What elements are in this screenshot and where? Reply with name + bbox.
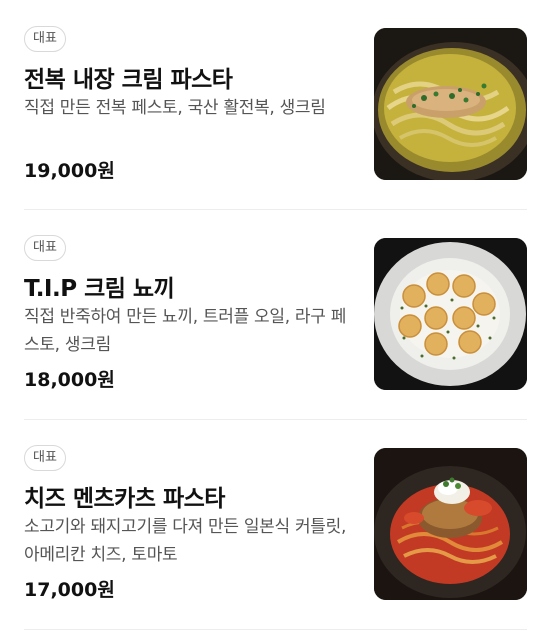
menu-item-description: 직접 반죽하여 만든 뇨끼, 트러플 오일, 라구 페스토, 생크림 <box>24 307 347 355</box>
signature-badge: 대표 <box>24 26 66 52</box>
menu-item-cream-gnocchi[interactable]: 대표 T.I.P 크림 뇨끼 직접 반죽하여 만든 뇨끼, 트러플 오일, 라구… <box>0 235 550 395</box>
item-divider <box>24 209 527 210</box>
abalone-cream-pasta-photo[interactable] <box>374 28 527 180</box>
menu-item-cheese-menchi-katsu-pasta[interactable]: 대표 치즈 멘츠카츠 파스타 소고기와 돼지고기를 다져 만든 일본식 커틀릿,… <box>0 445 550 605</box>
item-divider <box>24 629 527 630</box>
menu-list: 대표 전복 내장 크림 파스타 직접 만든 전복 페스토, 국산 활전복, 생크… <box>0 0 550 633</box>
cream-gnocchi-photo[interactable] <box>374 238 527 390</box>
menu-item-name: 전복 내장 크림 파스타 <box>24 67 233 93</box>
menu-item-price: 17,000원 <box>24 579 115 601</box>
abalone-cream-pasta-image <box>374 28 527 180</box>
menu-item-description: 직접 만든 전복 페스토, 국산 활전복, 생크림 <box>24 98 326 118</box>
menu-item-price: 18,000원 <box>24 369 115 391</box>
menu-item-description: 소고기와 돼지고기를 다져 만든 일본식 커틀릿, 아메리칸 치즈, 토마토 <box>24 517 347 565</box>
menu-item-price: 19,000원 <box>24 160 115 182</box>
cheese-menchi-katsu-pasta-photo[interactable] <box>374 448 527 600</box>
menu-item-name: T.I.P 크림 뇨끼 <box>24 276 175 302</box>
menu-item-name: 치즈 멘츠카츠 파스타 <box>24 486 225 512</box>
menu-item-abalone-cream-pasta[interactable]: 대표 전복 내장 크림 파스타 직접 만든 전복 페스토, 국산 활전복, 생크… <box>0 26 550 186</box>
item-divider <box>24 419 527 420</box>
cream-gnocchi-image <box>374 238 527 390</box>
signature-badge: 대표 <box>24 445 66 471</box>
cheese-menchi-katsu-pasta-image <box>374 448 527 600</box>
signature-badge: 대표 <box>24 235 66 261</box>
